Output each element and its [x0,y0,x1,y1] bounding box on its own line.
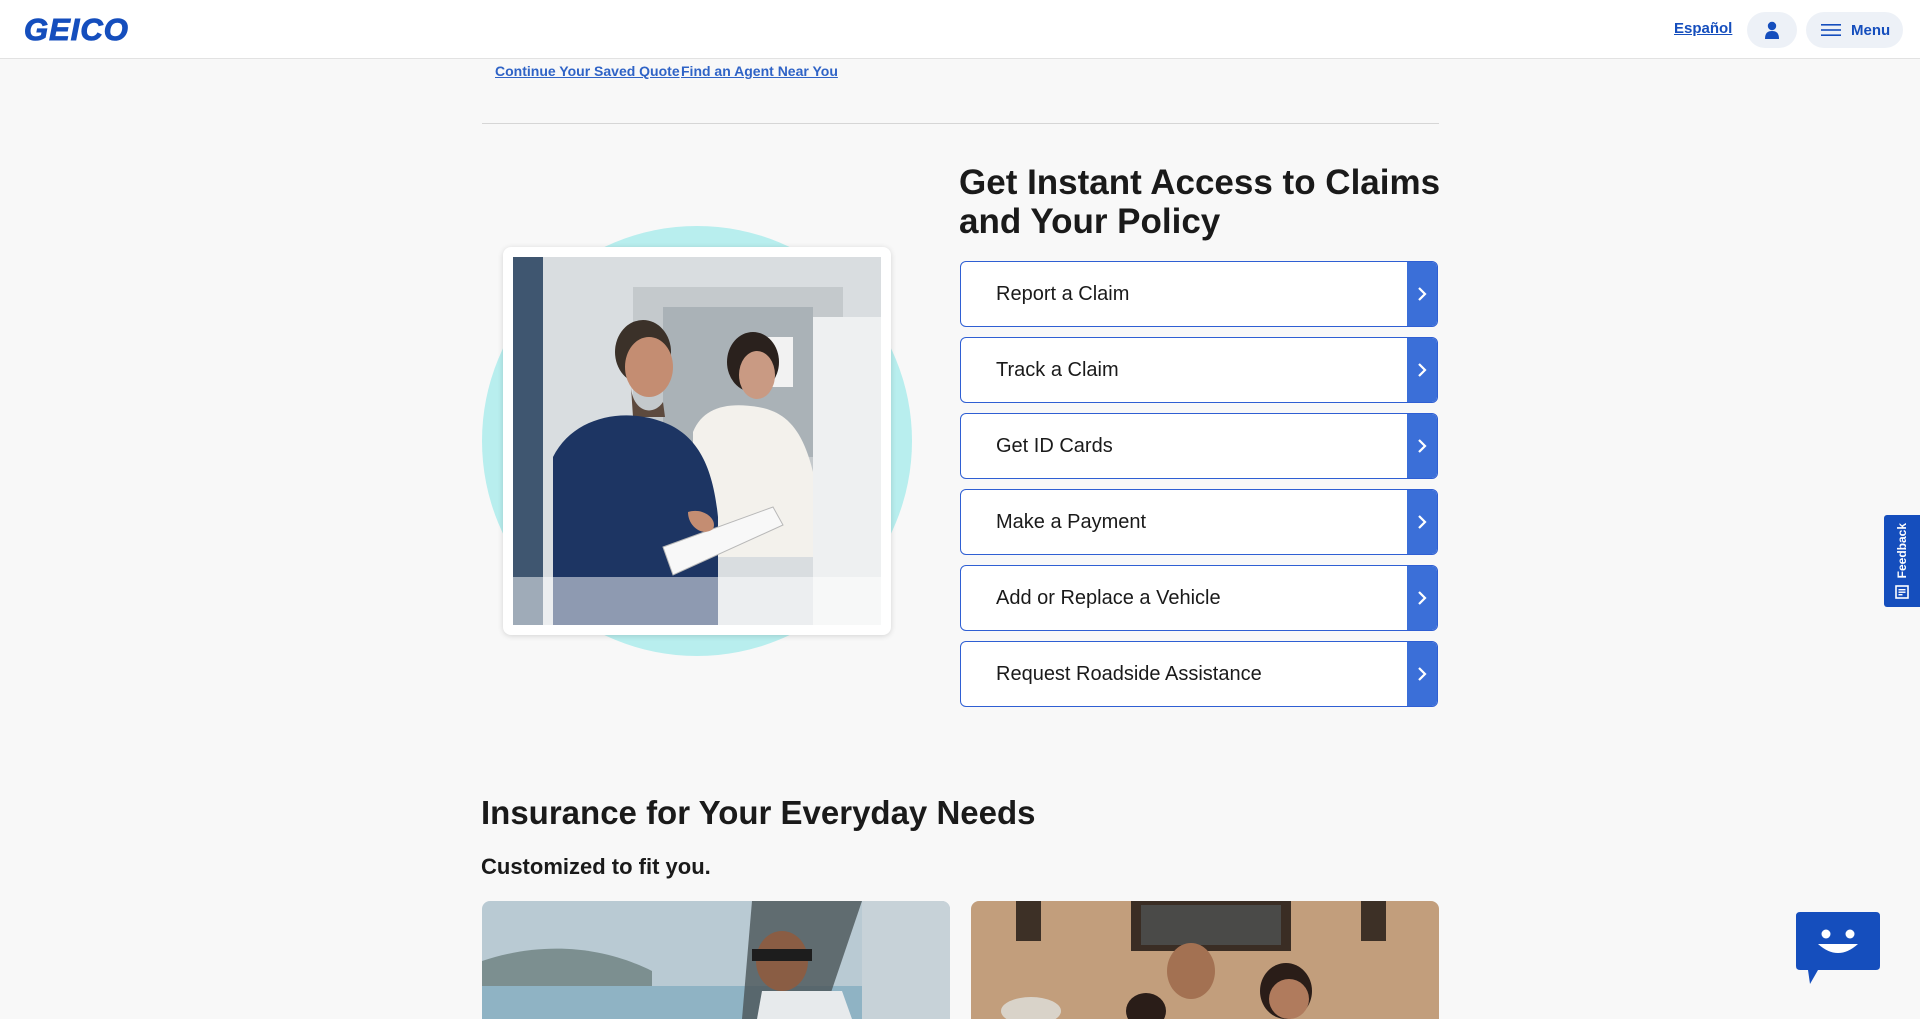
geico-logo[interactable]: GEICO [24,14,168,44]
chevron-right-icon [1407,338,1437,402]
account-button[interactable] [1747,12,1797,48]
chevron-right-icon [1407,414,1437,478]
add-replace-vehicle-button[interactable]: Add or Replace a Vehicle [960,565,1438,631]
feedback-icon [1895,584,1909,599]
action-label: Add or Replace a Vehicle [996,586,1221,609]
section-divider [482,123,1439,124]
claims-photo [513,257,881,625]
logo-text: GEICO [24,14,129,44]
make-payment-button[interactable]: Make a Payment [960,489,1438,555]
hamburger-icon [1821,24,1841,36]
action-label: Track a Claim [996,358,1119,381]
chevron-right-icon [1407,490,1437,554]
menu-button[interactable]: Menu [1806,12,1903,48]
find-agent-link[interactable]: Find an Agent Near You [681,63,838,79]
chatbot-button[interactable] [1796,912,1880,986]
site-header: GEICO Español Menu [0,0,1920,59]
action-label: Request Roadside Assistance [996,662,1262,685]
menu-label: Menu [1851,21,1891,39]
chatbot-icon [1796,912,1880,984]
auto-insurance-card-image[interactable] [482,901,950,1019]
access-heading: Get Instant Access to Claims and Your Po… [959,163,1441,241]
feedback-label: Feedback [1895,523,1909,579]
feedback-tab[interactable]: Feedback [1884,515,1920,607]
user-icon [1765,21,1779,39]
chevron-right-icon [1407,566,1437,630]
claims-photo-frame [503,247,891,635]
track-claim-button[interactable]: Track a Claim [960,337,1438,403]
action-list: Report a Claim Track a Claim Get ID Card… [960,261,1438,717]
chevron-right-icon [1407,262,1437,326]
action-label: Make a Payment [996,510,1147,533]
needs-heading: Insurance for Your Everyday Needs [481,794,1036,831]
needs-subheading: Customized to fit you. [481,854,711,879]
get-id-cards-button[interactable]: Get ID Cards [960,413,1438,479]
report-claim-button[interactable]: Report a Claim [960,261,1438,327]
home-insurance-card-image[interactable] [971,901,1439,1019]
espanol-link[interactable]: Español [1674,20,1732,37]
action-label: Report a Claim [996,282,1130,305]
saved-quote-link[interactable]: Continue Your Saved Quote [495,63,680,79]
action-label: Get ID Cards [996,434,1113,457]
chevron-right-icon [1407,642,1437,706]
roadside-assistance-button[interactable]: Request Roadside Assistance [960,641,1438,707]
